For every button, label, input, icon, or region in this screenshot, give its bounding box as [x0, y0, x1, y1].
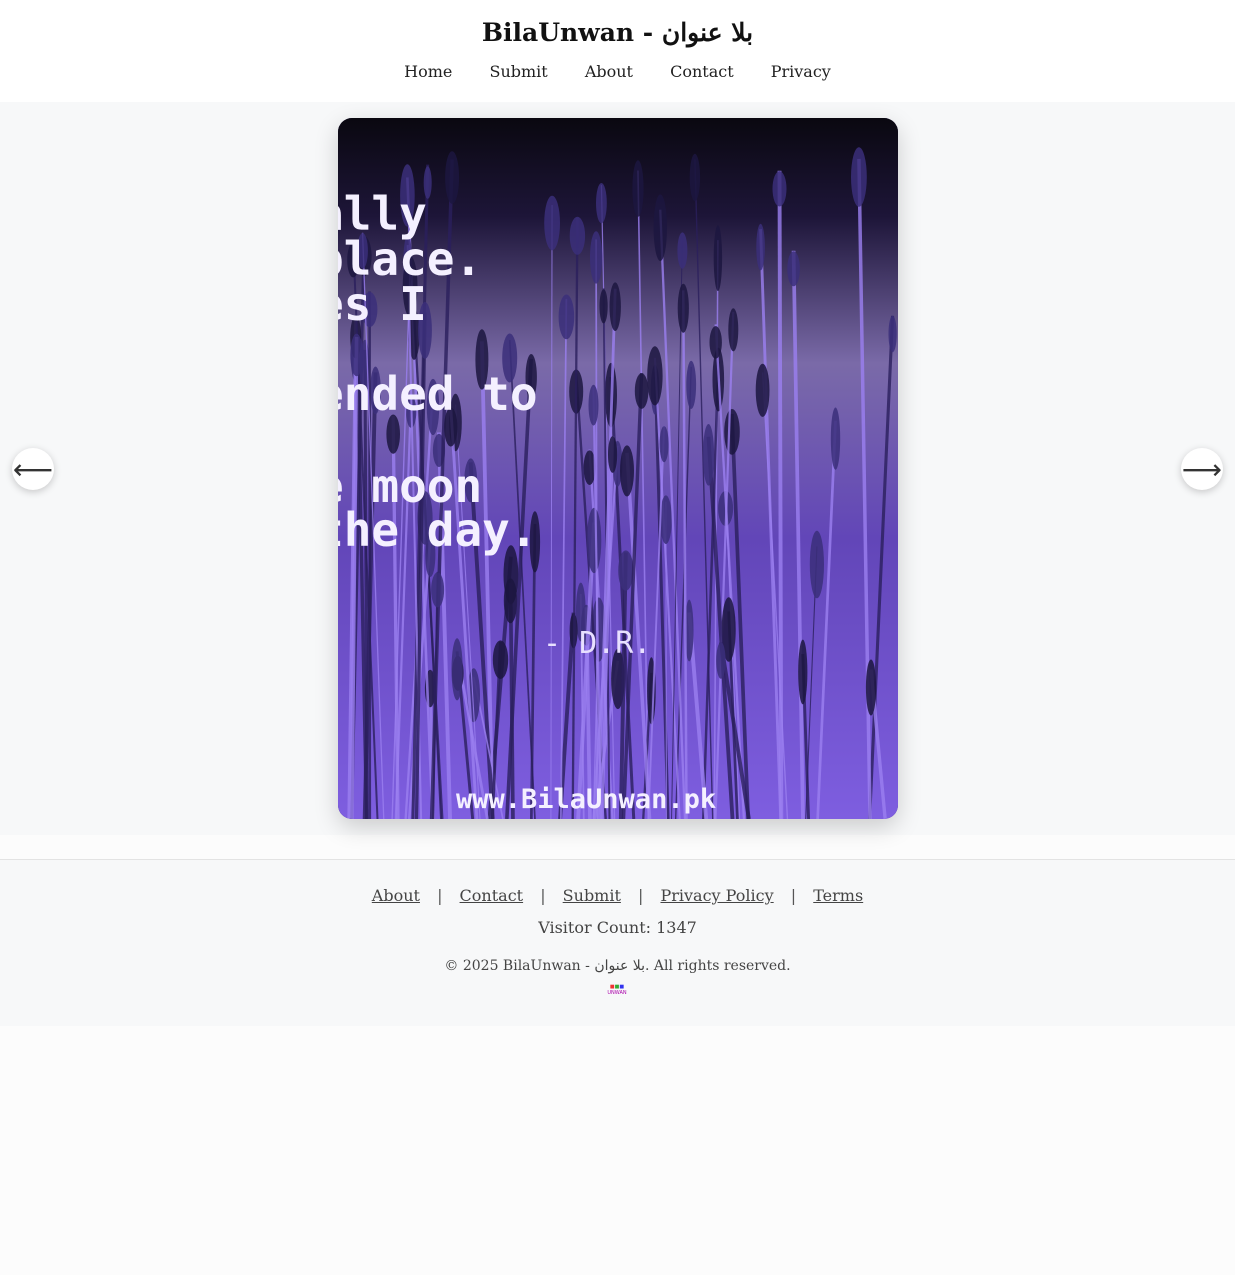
footer-separator: |	[540, 886, 546, 905]
footer-logo: ■■■ UNWAN	[607, 984, 627, 996]
footer-link-contact[interactable]: Contact	[460, 886, 524, 905]
slide-artwork: ally place. es I ended to e moon the day…	[338, 118, 898, 819]
footer-links: About | Contact | Submit | Privacy Polic…	[0, 886, 1235, 905]
footer-logo-text: UNWAN	[607, 990, 627, 996]
site-header: BilaUnwan - بلا عنوان Home Submit About …	[0, 0, 1235, 102]
slide-signature: - D.R.	[543, 626, 651, 661]
nav-privacy[interactable]: Privacy	[771, 62, 831, 81]
nav-about[interactable]: About	[585, 62, 633, 81]
slide-text-line-6: the day.	[338, 503, 538, 557]
site-title[interactable]: BilaUnwan - بلا عنوان	[0, 18, 1235, 47]
footer-link-submit[interactable]: Submit	[563, 886, 621, 905]
footer-link-terms[interactable]: Terms	[813, 886, 863, 905]
nav-home[interactable]: Home	[404, 62, 452, 81]
nav-contact[interactable]: Contact	[670, 62, 734, 81]
arrow-left-icon: ⟵	[12, 452, 54, 486]
slide-text-line-4: ended to	[338, 367, 538, 421]
image-slider: ⟵ ally place. es I ended to e moon	[0, 102, 1235, 835]
main-nav: Home Submit About Contact Privacy	[0, 62, 1235, 81]
site-footer: About | Contact | Submit | Privacy Polic…	[0, 859, 1235, 1026]
footer-separator: |	[437, 886, 443, 905]
copyright-text: © 2025 BilaUnwan - بلا عنوان. All rights…	[444, 958, 791, 974]
footer-link-privacy-policy[interactable]: Privacy Policy	[660, 886, 773, 905]
footer-link-about[interactable]: About	[372, 886, 420, 905]
nav-submit[interactable]: Submit	[489, 62, 547, 81]
slide-text-line-3: es I	[338, 277, 427, 331]
footer-separator: |	[790, 886, 797, 905]
slide-image: ally place. es I ended to e moon the day…	[338, 118, 898, 819]
prev-slide-button[interactable]: ⟵	[12, 448, 54, 490]
visitor-count: Visitor Count: 1347	[538, 918, 697, 937]
arrow-right-icon: ⟶	[1181, 452, 1223, 486]
next-slide-button[interactable]: ⟶	[1181, 448, 1223, 490]
slide-watermark: www.BilaUnwan.pk	[456, 784, 716, 815]
footer-separator: |	[638, 886, 644, 905]
